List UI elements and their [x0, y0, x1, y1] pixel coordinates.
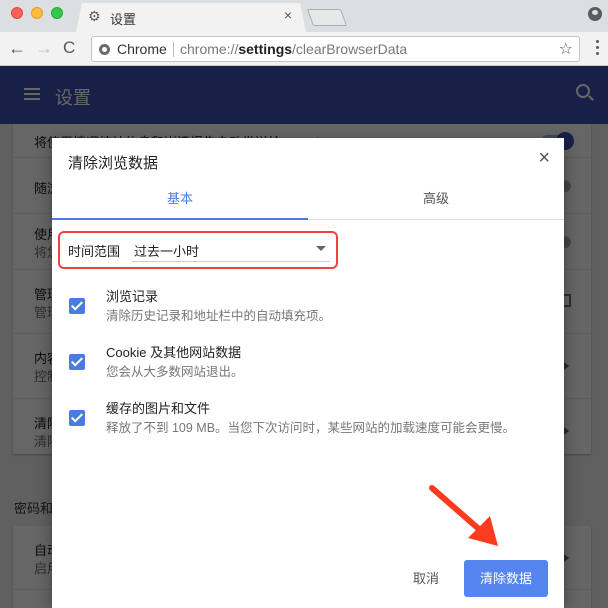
active-tab-indicator: [52, 218, 308, 220]
dialog-tabs: 基本 高级: [52, 182, 564, 220]
address-bar[interactable]: Chrome chrome://settings/clearBrowserDat…: [91, 36, 580, 62]
browsing-history-checkbox[interactable]: [69, 298, 85, 314]
option-cookies: Cookie 及其他网站数据 您会从大多数网站退出。: [52, 342, 564, 392]
url-text[interactable]: chrome://settings/clearBrowserData: [180, 41, 407, 57]
omnibox-divider: [173, 42, 174, 57]
site-label: Chrome: [117, 41, 167, 57]
tab-title: 设置: [110, 12, 137, 27]
annotation-arrow-icon: [429, 485, 498, 546]
time-range-highlight: 时间范围 过去一小时: [58, 231, 338, 269]
option-description: 释放了不到 109 MB。当您下次访问时，某些网站的加载速度可能会更慢。: [106, 421, 516, 435]
profile-icon[interactable]: [588, 7, 602, 21]
tab-advanced[interactable]: 高级: [308, 182, 564, 220]
gear-icon: ⚙: [88, 8, 101, 24]
browser-tab[interactable]: ⚙ 设置 ×: [76, 3, 306, 32]
cancel-button[interactable]: 取消: [404, 562, 448, 596]
time-range-label: 时间范围: [68, 244, 121, 259]
option-description: 清除历史记录和地址栏中的自动填充项。: [106, 309, 332, 323]
window-minimize-button[interactable]: [31, 7, 43, 19]
tab-strip: ⚙ 设置 ×: [0, 0, 608, 32]
time-range-value: 过去一小时: [134, 244, 200, 259]
close-tab-icon[interactable]: ×: [284, 7, 292, 23]
tab-basic[interactable]: 基本: [52, 182, 308, 220]
chrome-site-icon: [99, 44, 110, 55]
bookmark-star-icon[interactable]: ☆: [559, 39, 573, 59]
reload-icon[interactable]: C: [63, 38, 75, 58]
option-title: 缓存的图片和文件: [106, 401, 211, 416]
dialog-title: 清除浏览数据: [68, 155, 159, 172]
back-icon[interactable]: ←: [8, 38, 26, 58]
more-menu-icon[interactable]: [596, 40, 600, 58]
cookies-checkbox[interactable]: [69, 354, 85, 370]
window-close-button[interactable]: [11, 7, 23, 19]
clear-data-button[interactable]: 清除数据: [464, 560, 548, 597]
new-tab-button[interactable]: [306, 9, 348, 26]
forward-icon[interactable]: →: [35, 38, 53, 58]
time-range-select[interactable]: 过去一小时: [132, 236, 330, 262]
close-icon[interactable]: ×: [538, 148, 550, 168]
browser-toolbar: ← → C Chrome chrome://settings/clearBrow…: [0, 32, 608, 66]
option-browsing-history: 浏览记录 清除历史记录和地址栏中的自动填充项。: [52, 286, 564, 336]
option-title: 浏览记录: [106, 289, 159, 304]
option-description: 您会从大多数网站退出。: [106, 365, 244, 379]
option-cache: 缓存的图片和文件 释放了不到 109 MB。当您下次访问时，某些网站的加载速度可…: [52, 398, 564, 448]
cache-checkbox[interactable]: [69, 410, 85, 426]
option-title: Cookie 及其他网站数据: [106, 345, 242, 360]
window-zoom-button[interactable]: [51, 7, 63, 19]
dropdown-caret-icon: [316, 246, 326, 251]
